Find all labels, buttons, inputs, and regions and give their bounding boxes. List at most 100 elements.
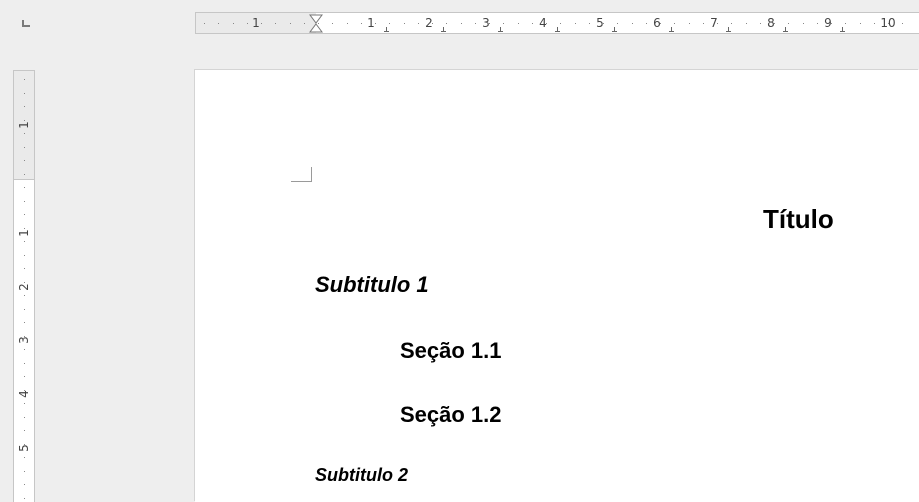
ruler-label: 1 [367,16,375,30]
ruler-dot [24,443,25,445]
subtitle-2-heading[interactable]: Subtitulo 2 [315,465,408,486]
text-boundary-corner [291,167,312,182]
tab-stop-marker[interactable] [555,27,560,32]
tab-stop-marker[interactable] [441,27,446,32]
ruler-dot [24,430,25,431]
ruler-dot [403,23,405,24]
ruler-dot [788,23,790,24]
ruler-dot [24,362,25,364]
ruler-dot [831,23,832,24]
ruler-dot [24,416,25,418]
ruler-dot [489,23,490,24]
ruler-dot [774,23,775,24]
ruler-dot [517,23,519,24]
tab-stop-selector[interactable] [22,20,30,27]
tab-stop-marker[interactable] [783,27,788,32]
ruler-dot [360,23,362,24]
ruler-label: 2 [17,283,31,291]
ruler-dot [546,23,547,24]
ruler-dot [24,214,25,215]
ruler-dot [24,106,25,107]
ruler-dot [24,92,25,94]
ruler-dot [645,23,647,24]
ruler-dot [873,23,875,24]
ruler-dot [24,470,25,472]
ruler-dot [731,23,733,24]
ruler-dot [888,23,889,24]
ruler-dot [574,23,576,24]
ruler-dot [446,23,448,24]
ruler-dot [503,23,505,24]
ruler-dot [24,349,25,350]
ruler-dot [332,23,334,24]
ruler-dot [375,23,376,24]
ruler-dot [275,23,277,24]
ruler-dot [24,200,25,202]
ruler-label: 1 [252,16,260,30]
ruler-label: 1 [17,229,31,237]
ruler-dot [261,23,262,24]
section-1-1-heading[interactable]: Seção 1.1 [400,338,502,364]
ruler-dot [24,497,25,499]
ruler-dot [24,308,25,310]
ruler-dot [631,23,633,24]
document-page[interactable]: Título Subtitulo 1 Seção 1.1 Seção 1.2 S… [195,70,919,502]
ruler-dot [603,23,604,24]
ruler-dot [674,23,676,24]
ruler-dot [531,23,533,24]
ruler-dot [24,254,25,256]
ruler-dot [232,23,234,24]
ruler-dot [24,187,25,188]
ruler-dot [389,23,391,24]
ruler-dot [702,23,704,24]
ruler-dot [859,23,861,24]
tab-stop-marker[interactable] [384,27,389,32]
ruler-dot [688,23,690,24]
ruler-dot [474,23,476,24]
ruler-dot [560,23,562,24]
ruler-dot [24,241,25,242]
ruler-dot [24,376,25,377]
ruler-label: 1 [17,121,31,129]
ruler-dot [24,484,25,485]
tab-stop-marker[interactable] [840,27,845,32]
ruler-dot [845,23,847,24]
ruler-dot [24,119,25,121]
ruler-dot [24,160,25,161]
tab-stop-marker[interactable] [726,27,731,32]
ruler-dot [745,23,747,24]
ruler-dot [24,268,25,269]
ruler-dot [802,23,804,24]
ruler-dot [24,403,25,404]
ruler-dot [460,23,462,24]
ruler-dot [617,23,619,24]
ruler-dot [24,173,25,175]
ruler-dot [816,23,818,24]
ruler-dot [588,23,590,24]
ruler-dot [218,23,220,24]
ruler-dot [660,23,661,24]
ruler-dot [24,322,25,323]
subtitle-1-heading[interactable]: Subtitulo 1 [315,272,429,298]
ruler-dot [759,23,761,24]
tab-stop-marker[interactable] [669,27,674,32]
vertical-ruler[interactable]: 1 1 2 3 4 5 [13,70,35,502]
ruler-dot [24,389,25,391]
section-1-2-heading[interactable]: Seção 1.2 [400,402,502,428]
ruler-dot [717,23,718,24]
tab-stop-marker[interactable] [498,27,503,32]
tab-stop-marker[interactable] [612,27,617,32]
ruler-dot [24,457,25,458]
ruler-dot [204,23,205,24]
ruler-dot [24,133,25,134]
ruler-dot [24,281,25,283]
ruler-dot [24,146,25,148]
ruler-dot [346,23,348,24]
indent-marker-icon[interactable] [308,14,324,33]
ruler-dot [24,227,25,229]
horizontal-ruler[interactable]: 1 1 2 3 4 5 6 7 8 9 10 [195,12,919,34]
ruler-dot [318,23,319,24]
document-title[interactable]: Título [763,204,834,235]
ruler-dot [246,23,248,24]
ruler-dot [24,79,25,80]
